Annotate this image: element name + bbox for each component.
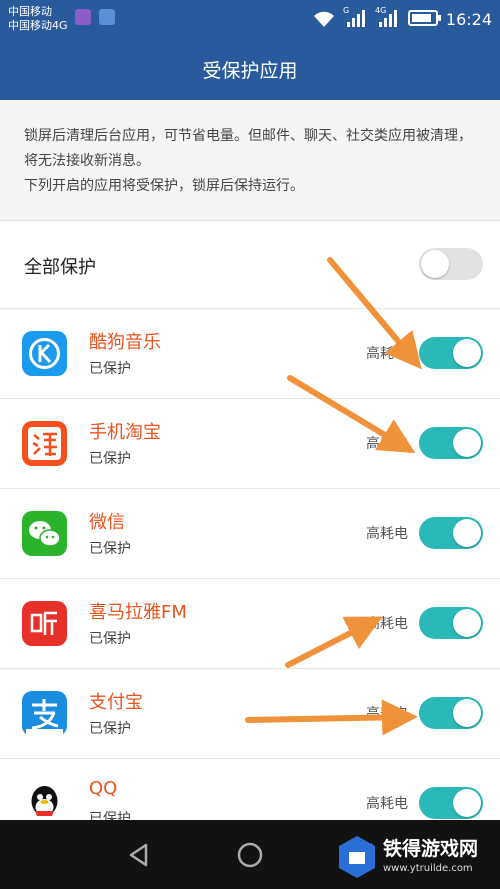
watermark-brand: 铁得游戏网 [383,838,479,860]
app-row-taobao[interactable]: 手机淘宝 已保护 高耗电 [0,399,500,489]
power-usage-label: 高耗电 [366,526,408,542]
app-status: 已保护 [89,361,131,377]
power-usage-label: 高耗电 [366,706,408,722]
toggle-knob [421,250,449,278]
kugou-app-icon [22,331,67,376]
watermark: 铁得游戏网 www.ytruilde.com [331,830,496,885]
app-row-wechat[interactable]: 微信 已保护 高耗电 [0,489,500,579]
taobao-app-icon [22,421,67,466]
toggle-knob [453,339,481,367]
app-name: QQ [89,778,118,799]
toggle-knob [453,609,481,637]
alipay-app-icon [22,691,67,736]
app-protect-toggle[interactable] [419,607,483,639]
app-name: 微信 [89,512,125,533]
protect-all-toggle[interactable] [419,248,483,280]
toggle-knob [453,699,481,727]
status-bar: 中国移动 中国移动4G G 4G 16:24 [0,0,500,40]
back-icon[interactable] [126,842,152,868]
app-bar: 受保护应用 [0,40,500,100]
watermark-logo-icon [339,836,375,878]
app-status: 已保护 [89,721,131,737]
power-usage-label: 高耗电 [366,346,408,362]
watermark-url: www.ytruilde.com [383,863,473,874]
power-usage-label: 高耗电 [366,436,408,452]
app-protect-toggle[interactable] [419,337,483,369]
app-name: 酷狗音乐 [89,332,161,353]
app-protect-toggle[interactable] [419,427,483,459]
app-protect-toggle[interactable] [419,517,483,549]
power-usage-label: 高耗电 [366,796,408,812]
description-text-1: 锁屏后清理后台应用，可节省电量。但邮件、聊天、社交类应用被清理，将无法接收新消息… [24,128,472,169]
battery-icon [408,10,441,26]
app-status: 已保护 [89,631,131,647]
signal-4g-icon [379,10,397,27]
home-icon[interactable] [236,841,264,869]
toggle-knob [453,429,481,457]
ximalaya-app-icon [22,601,67,646]
app-row-alipay[interactable]: 支付宝 已保护 高耗电 [0,669,500,759]
app-status: 已保护 [89,451,131,467]
carrier-name-1: 中国移动 [8,5,52,18]
wechat-app-icon [22,511,67,556]
power-usage-label: 高耗电 [366,616,408,632]
app-name: 喜马拉雅FM [89,602,187,623]
app-name: 支付宝 [89,692,143,713]
description-text-2: 下列开启的应用将受保护，锁屏后保持运行。 [24,178,304,194]
protect-all-row[interactable]: 全部保护 [0,221,500,309]
app-status: 已保护 [89,541,131,557]
app-protect-toggle[interactable] [419,787,483,819]
app-row-kugou[interactable]: 酷狗音乐 已保护 高耗电 [0,309,500,399]
page-title: 受保护应用 [202,60,298,82]
app-name: 手机淘宝 [89,422,161,443]
description-panel: 锁屏后清理后台应用，可节省电量。但邮件、聊天、社交类应用被清理，将无法接收新消息… [0,100,500,221]
signal-icon [347,10,365,27]
protect-all-label: 全部保护 [24,257,96,278]
app-protect-toggle[interactable] [419,697,483,729]
notification-app-icon [75,9,91,25]
app-row-ximalaya[interactable]: 喜马拉雅FM 已保护 高耗电 [0,579,500,669]
carrier-name-2: 中国移动4G [8,19,68,32]
wifi-icon [314,11,334,27]
clock: 16:24 [445,10,492,29]
toggle-knob [453,789,481,817]
notification-home-icon [99,9,115,25]
toggle-knob [453,519,481,547]
